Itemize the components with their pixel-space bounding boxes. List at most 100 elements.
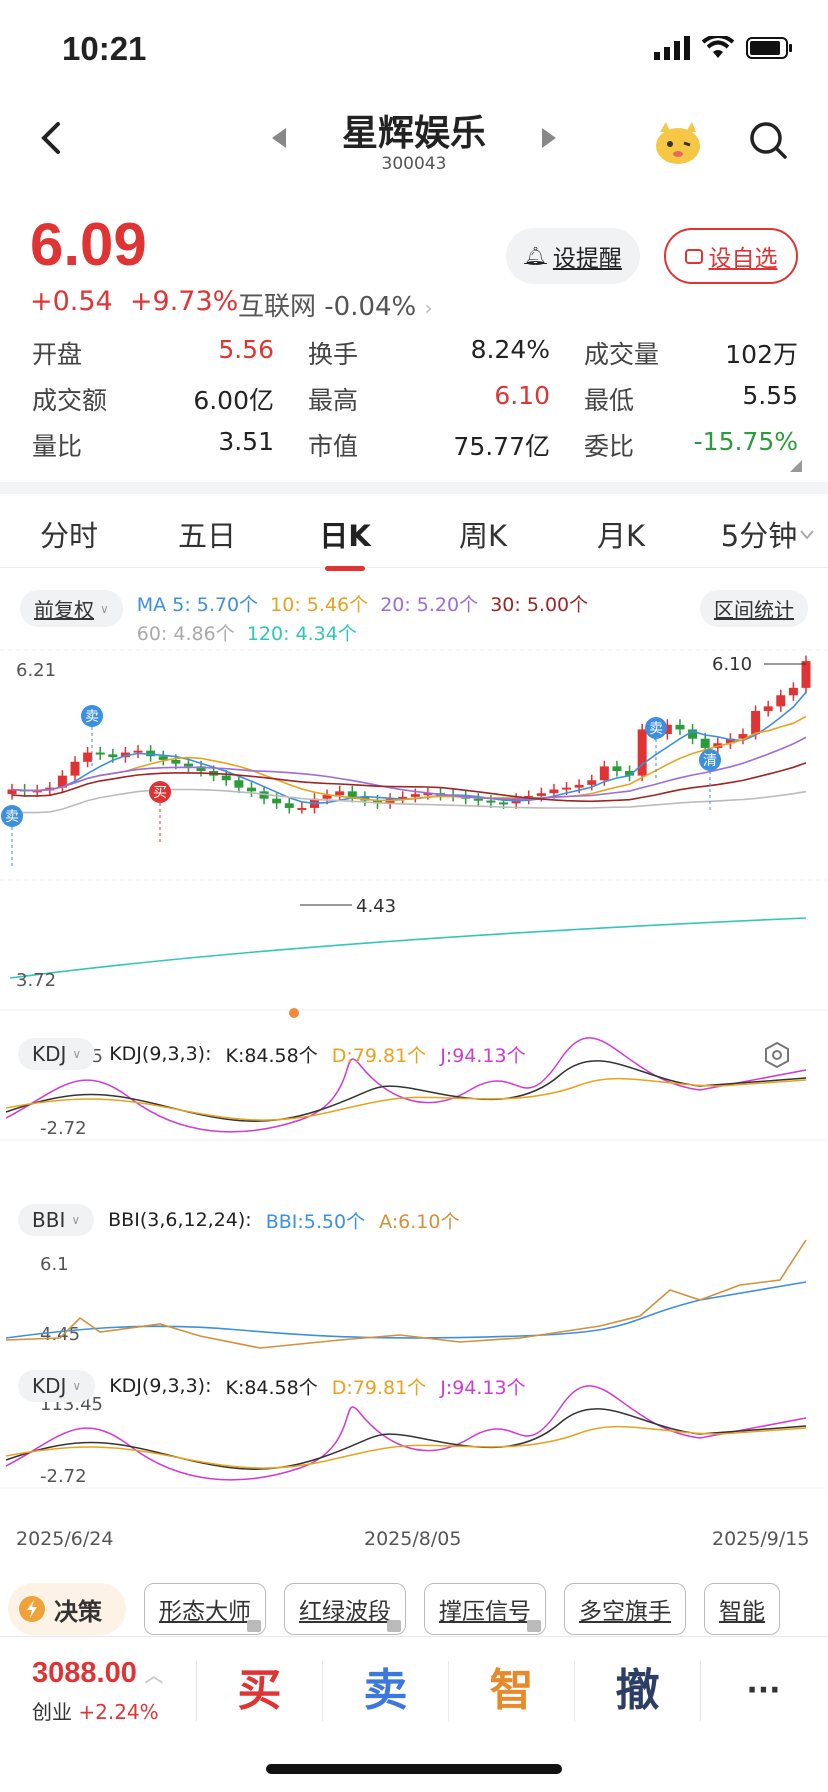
candle-body: [297, 807, 307, 810]
candle-body: [473, 798, 483, 801]
chevron-right-icon: ›: [424, 296, 433, 320]
stat-label: 最低: [584, 386, 635, 415]
sector-link[interactable]: 互联网 -0.04% ›: [238, 286, 433, 323]
chevron-down-icon: ∨: [72, 1379, 82, 1393]
tool-button[interactable]: 形态大师: [144, 1583, 266, 1635]
current-price: 6.09: [30, 211, 147, 278]
next-stock-icon[interactable]: [540, 126, 558, 150]
candle-body: [562, 787, 572, 790]
ma20-line: [11, 736, 807, 800]
tab-0[interactable]: 分时: [0, 513, 138, 555]
tool-button[interactable]: 多空旗手: [564, 1583, 686, 1635]
tool-label: 红绿波段: [299, 1599, 391, 1625]
stat-label: 委比: [584, 432, 635, 461]
stat-value: 5.55: [742, 381, 798, 410]
cancel-order-button[interactable]: 撤: [574, 1660, 700, 1721]
candle-body: [574, 784, 584, 788]
tool-button[interactable]: 撑压信号: [424, 1583, 546, 1635]
ma60-line: [11, 788, 807, 814]
bbi-params: BBI(3,6,12,24):: [108, 1209, 252, 1231]
kdj2-params: KDJ(9,3,3):: [109, 1375, 212, 1397]
lock-icon: [387, 1620, 401, 1632]
decision-label: 决策: [54, 1597, 102, 1626]
set-alert-button[interactable]: 🔔︎ 设提醒: [506, 228, 640, 284]
change-value: +0.54: [30, 286, 113, 317]
period-tabs: 分时 五日 日K 周K 月K 5分钟: [0, 500, 828, 571]
stock-header: 星辉娱乐 300043: [0, 96, 828, 206]
signal-icon: [654, 36, 690, 60]
kdj1-d: D:79.81个: [331, 1044, 427, 1067]
settings-hex-icon[interactable]: [762, 1040, 792, 1070]
kdj1-selector[interactable]: KDJ ∨: [18, 1038, 96, 1070]
index-value: 3088.00: [32, 1656, 137, 1689]
kdj1-j: J:94.13个: [440, 1044, 526, 1067]
candle-body: [675, 724, 685, 730]
chevron-up-icon: ︿: [144, 1665, 163, 1686]
ma30-value: 30: 5.00个: [490, 594, 589, 616]
bbi-a: A:6.10个: [379, 1210, 460, 1233]
add-watchlist-label: 设自选: [708, 246, 778, 272]
tool-label: 形态大师: [159, 1599, 251, 1625]
tool-button[interactable]: 智能: [704, 1583, 780, 1635]
high-marker: 6.10: [712, 654, 752, 675]
candle-body: [410, 794, 420, 797]
tool-label: 多空旗手: [579, 1599, 671, 1625]
stat-cell: 委比 -15.75%: [584, 427, 798, 463]
ma10-value: 10: 5.46个: [270, 594, 369, 616]
bbi-selector[interactable]: BBI ∨: [18, 1204, 95, 1236]
stat-label: 开盘: [32, 340, 83, 369]
add-watchlist-button[interactable]: 设自选: [664, 228, 798, 284]
adjust-label: 前复权: [34, 598, 94, 622]
stat-value: 8.24%: [470, 335, 550, 364]
range-stats-label: 区间统计: [714, 598, 794, 622]
stat-cell: 成交量 102万: [584, 335, 798, 371]
stat-cell: 成交额 6.00亿: [32, 381, 308, 417]
bbi-a-line: [5, 1239, 807, 1349]
candle-body: [347, 791, 357, 797]
tab-1[interactable]: 五日: [138, 513, 276, 555]
candle-body: [637, 729, 647, 776]
candle-body: [272, 798, 282, 804]
bell-icon: 🔔︎: [524, 245, 547, 267]
candle-body: [700, 738, 710, 748]
tab-2[interactable]: 日K: [276, 513, 414, 571]
sector-pct: -0.04%: [324, 292, 417, 322]
tool-label: 撑压信号: [439, 1599, 531, 1625]
kdj2-selector[interactable]: KDJ ∨: [18, 1370, 96, 1402]
status-icons: [654, 36, 794, 60]
sector-name: 互联网: [238, 292, 317, 322]
stat-label: 换手: [308, 340, 359, 369]
adjust-selector[interactable]: 前复权 ∨: [20, 590, 123, 627]
stat-value: 3.51: [218, 427, 274, 456]
chevron-down-icon: ∨: [100, 601, 109, 616]
more-button[interactable]: ···: [700, 1660, 826, 1721]
stats-row: 成交额 6.00亿 最高 6.10 最低 5.55: [32, 376, 798, 422]
y-min-label: 3.72: [16, 970, 56, 991]
candle-body: [776, 695, 786, 707]
range-stats-button[interactable]: 区间统计: [700, 590, 808, 627]
stat-label: 量比: [32, 432, 83, 461]
search-icon[interactable]: [748, 120, 788, 160]
index-name: 创业: [32, 1699, 72, 1724]
chevron-down-icon: ∨: [72, 1047, 82, 1061]
decision-button[interactable]: 决策: [8, 1583, 126, 1635]
kline-chart[interactable]: 6.213.726.104.43卖卖买卖清113.45-2.72113.45-2…: [0, 640, 828, 1540]
stat-value: 75.77亿: [453, 432, 550, 461]
candle-body: [108, 754, 118, 758]
smart-button[interactable]: 智: [448, 1660, 574, 1721]
stats-grid: 开盘 5.56 换手 8.24% 成交量 102万 成交额 6.00亿 最高 6.10 最低 5.55…: [32, 330, 798, 468]
expand-corner-icon[interactable]: [790, 460, 802, 472]
buy-button[interactable]: 买: [196, 1660, 322, 1721]
candle-body: [83, 752, 93, 762]
wifi-icon: [702, 36, 734, 58]
sell-button[interactable]: 卖: [322, 1660, 448, 1721]
stat-value: -15.75%: [693, 427, 798, 456]
tab-3[interactable]: 周K: [414, 513, 552, 555]
tool-button[interactable]: 红绿波段: [284, 1583, 406, 1635]
mascot-icon[interactable]: [652, 116, 704, 168]
kdj1-k: K:84.58个: [225, 1044, 318, 1067]
tab-4[interactable]: 月K: [552, 513, 690, 555]
chevron-down-icon[interactable]: [800, 530, 814, 540]
index-ticker[interactable]: 3088.00 ︿ 创业 +2.24%: [0, 1657, 196, 1725]
candle-body: [234, 780, 244, 788]
